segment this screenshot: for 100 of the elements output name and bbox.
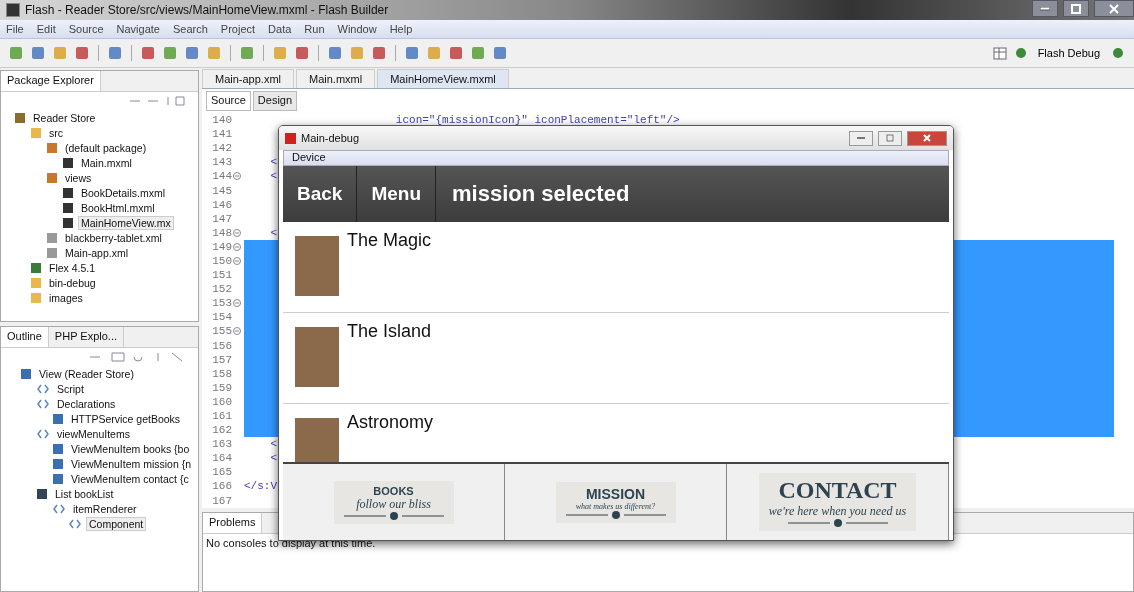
close-button[interactable] [907,130,947,146]
cover-placeholder [295,327,339,387]
editor-tab[interactable]: Main.mxml [296,69,376,88]
nav-tab[interactable]: BOOKS follow our bliss [333,480,454,524]
mxml-icon [63,217,73,228]
package-icon [47,142,57,153]
tree-item[interactable]: Declarations [54,396,119,411]
tag-brackets-icon [37,428,49,439]
tree-item[interactable]: Component [86,516,147,531]
menu-item[interactable]: Help [389,23,413,35]
menu-item[interactable]: Run [304,23,325,35]
maximize-button[interactable] [1063,0,1089,17]
tree-item[interactable]: views [62,170,95,185]
minimize-button[interactable] [1032,0,1058,17]
maximize-icon [1071,3,1081,14]
tree-item[interactable]: View (Reader Store) [36,366,137,381]
mxml-icon [63,202,73,213]
library-icon [31,262,41,273]
editor-tab[interactable]: MainHomeView.mxml [377,69,509,88]
action-button[interactable]: Menu [357,166,437,222]
code-text: < [269,170,277,183]
component-icon [53,458,63,469]
folder-icon [31,127,41,138]
component-icon [53,443,63,454]
tree-item[interactable]: MainHomeView.mx [78,215,174,230]
tree-item[interactable]: ViewMenuItem contact {c [68,471,192,486]
view-title: mission selected [451,180,630,208]
tree-item[interactable]: BookHtml.mxml [78,200,158,215]
fold-icon[interactable] [233,228,241,237]
minimize-button[interactable] [849,130,873,146]
component-icon [21,368,31,379]
panel-tab[interactable]: Package Explorer [1,71,101,91]
list-item[interactable]: The Magic [283,222,949,313]
tag-brackets-icon [37,383,49,394]
menu-item[interactable]: Data [268,23,292,35]
window-title: Main-debug [301,132,360,144]
tree-item[interactable]: images [46,290,86,305]
fold-icon[interactable] [233,299,241,308]
view-toolbar-icon [128,95,188,107]
menu-item[interactable]: File [6,23,24,35]
tree-item[interactable]: BookDetails.mxml [78,185,169,200]
tree-item[interactable]: List bookList [52,486,117,501]
code-text: icon="{missionIcon}" iconPlacement="left"/> [394,114,680,127]
menu-item[interactable]: Device [292,151,326,163]
tree-item[interactable]: (default package) [62,140,150,155]
component-icon [53,413,63,424]
panel-tab[interactable]: PHP Explo... [48,327,125,347]
tree-item[interactable]: blackberry-tablet.xml [62,230,165,245]
tree-item[interactable]: bin-debug [46,275,99,290]
list-item[interactable]: The Island [283,313,949,404]
fold-icon[interactable] [233,257,241,265]
fold-icon[interactable] [233,242,241,251]
menu-item[interactable]: Search [173,23,208,35]
list-icon [37,488,47,499]
tree-item[interactable]: HTTPService getBooks [68,411,184,426]
nav-tab[interactable]: MISSION what makes us different? [555,481,676,523]
minimize-icon [857,136,865,140]
xml-icon [47,232,57,243]
cover-placeholder [295,236,339,296]
star-divider-icon [565,510,666,519]
tree-item[interactable]: Script [54,381,87,396]
book-title: Astronomy [347,412,434,433]
menu-item[interactable]: Edit [36,23,56,35]
app-icon [285,132,296,144]
tree-item[interactable]: itemRenderer [70,501,140,516]
mode-tab[interactable]: Source [206,91,251,111]
panel-tab[interactable]: Problems [203,513,263,533]
fold-icon[interactable] [233,327,241,336]
close-button[interactable] [1094,0,1134,17]
code-text: < [269,226,277,239]
fold-icon[interactable] [233,172,241,181]
nav-tab[interactable]: CONTACT we're here when you need us [758,473,917,531]
panel-tab[interactable]: Outline [1,327,49,347]
mxml-icon [63,157,73,168]
tree-item[interactable]: Main.mxml [78,155,135,170]
tree-item[interactable]: Reader Store [30,110,99,125]
close-icon [923,134,931,142]
action-button[interactable]: Back [283,166,358,222]
code-text: < [269,156,277,169]
project-icon [15,112,25,123]
tree-item[interactable]: Main-app.xml [62,245,132,260]
menu-item[interactable]: Window [337,23,377,35]
tree-item[interactable]: viewMenuItems [54,426,133,441]
app-icon [6,3,20,17]
tree-item[interactable]: ViewMenuItem books {bo [68,441,193,456]
menu-item[interactable]: Navigate [116,23,160,35]
cover-placeholder [295,418,339,462]
tree-item[interactable]: Flex 4.5.1 [46,260,99,275]
close-icon [1109,3,1119,14]
folder-icon [31,277,41,288]
editor-tab[interactable]: Main-app.xml [202,69,295,88]
menu-item[interactable]: Project [220,23,256,35]
perspective-icon[interactable] [991,45,1008,61]
tree-item[interactable]: ViewMenuItem mission {n [68,456,195,471]
code-text: </s:V [244,480,277,493]
menu-item[interactable]: Source [68,23,104,35]
perspective-button[interactable]: Flash Debug [1033,47,1104,59]
mode-tab[interactable]: Design [252,91,298,111]
tree-item[interactable]: src [46,125,66,140]
maximize-icon [886,134,894,142]
